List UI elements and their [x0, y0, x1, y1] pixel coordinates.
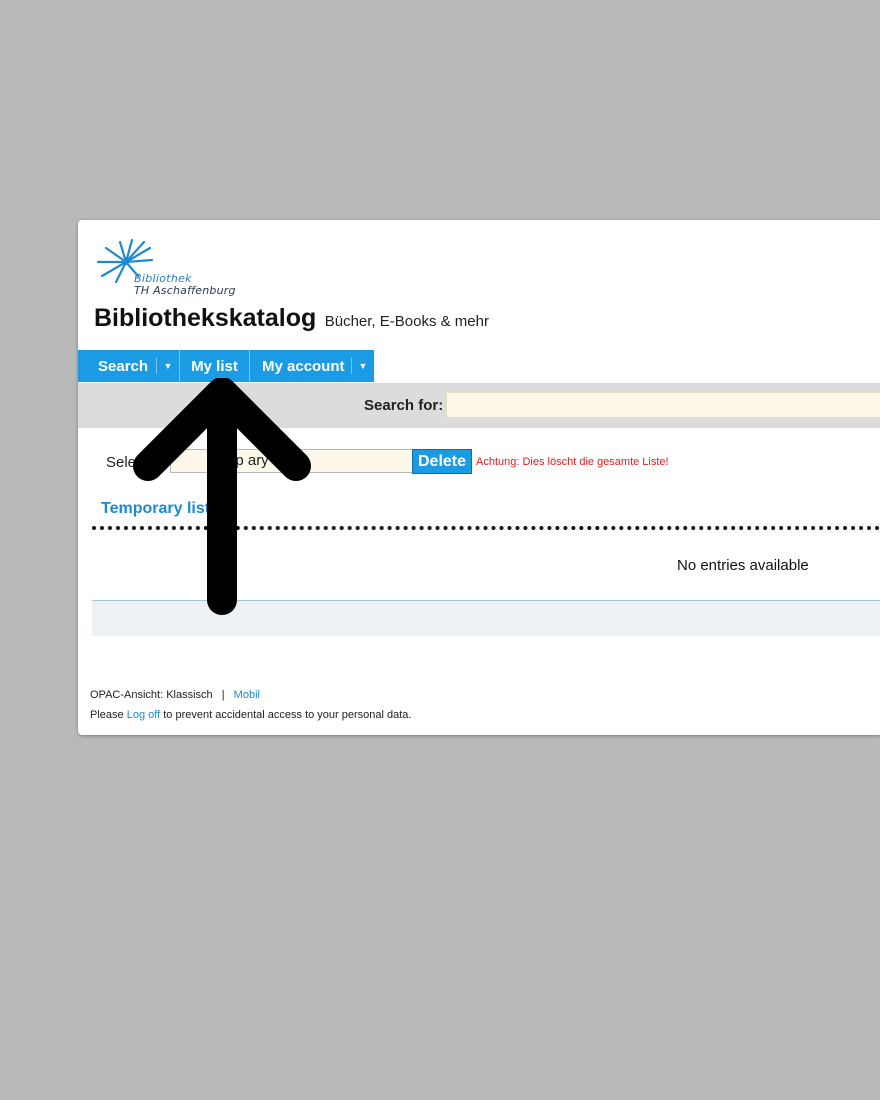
nav-search-label: Search — [98, 357, 149, 375]
search-label: Search for: — [364, 397, 444, 414]
logoff-notice: Please Log off to prevent accidental acc… — [90, 709, 411, 721]
library-logo[interactable]: Bibliothek TH Aschaffenburg — [92, 238, 252, 302]
view-current: Klassisch — [166, 689, 213, 701]
arrow-up-icon — [133, 378, 311, 615]
delete-warning: Achtung: Dies löscht die gesamte Liste! — [476, 456, 669, 468]
view-separator: | — [221, 689, 225, 701]
chevron-down-icon[interactable]: ▼ — [352, 361, 374, 371]
nav-my-list-label: My list — [191, 357, 238, 375]
empty-list-message: No entries available — [677, 557, 809, 574]
catalog-subtitle: Bücher, E-Books & mehr — [324, 313, 489, 330]
page-title: Bibliothekskatalog Bücher, E-Books & meh… — [94, 304, 489, 333]
view-label: OPAC-Ansicht: — [90, 689, 164, 701]
nav-my-account-label: My account — [262, 357, 345, 375]
catalog-title: Bibliothekskatalog — [94, 304, 317, 332]
logo-text-institution: TH Aschaffenburg — [134, 284, 236, 297]
view-mobile-link[interactable]: Mobil — [234, 689, 260, 701]
delete-button[interactable]: Delete — [412, 449, 472, 474]
search-input[interactable] — [446, 392, 880, 418]
chevron-down-icon[interactable]: ▼ — [157, 361, 179, 371]
logoff-prefix: Please — [90, 709, 124, 721]
view-switcher: OPAC-Ansicht: Klassisch | Mobil — [90, 689, 260, 701]
logoff-link[interactable]: Log off — [127, 709, 160, 721]
logoff-suffix: to prevent accidental access to your per… — [163, 709, 412, 721]
